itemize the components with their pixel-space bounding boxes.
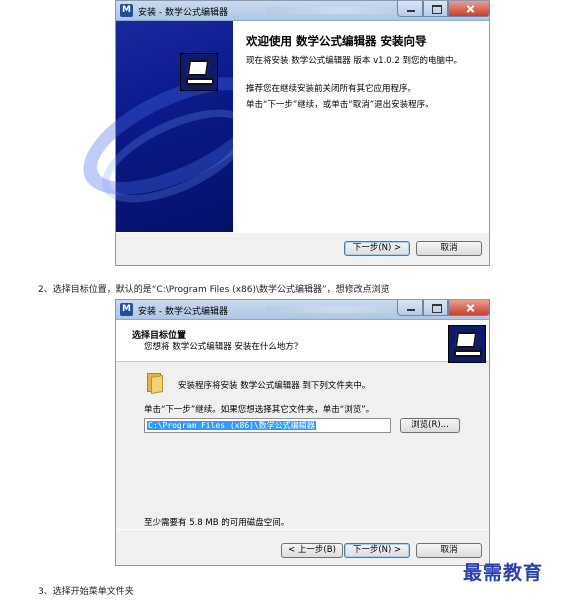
maximize-button[interactable]	[423, 1, 448, 17]
setup-destination-window: M 安装 - 数学公式编辑器 选择目标位置 您想将 数学公式编辑器 安装在什么地…	[115, 299, 490, 566]
destination-info-text: 安装程序将安装 数学公式编辑器 到下列文件夹中。	[178, 381, 371, 391]
close-apps-text: 推荐您在继续安装前关闭所有其它应用程序。	[246, 84, 417, 94]
wizard-side-banner	[66, 21, 286, 232]
minimize-button[interactable]	[397, 300, 423, 316]
close-button[interactable]	[448, 1, 490, 17]
separator	[116, 529, 489, 530]
folder-front	[151, 374, 163, 395]
computer-setup-icon	[448, 325, 486, 363]
disk-space-text: 至少需要有 5.8 MB 的可用磁盘空间。	[144, 518, 290, 528]
title-bar[interactable]: M 安装 - 数学公式编辑器	[116, 300, 490, 320]
install-path-input[interactable]: C:\Program Files (x86)\数学公式编辑器	[144, 418, 391, 433]
setup-app-icon: M	[120, 4, 133, 17]
cancel-button[interactable]: 取消	[416, 543, 482, 558]
install-path-value: C:\Program Files (x86)\数学公式编辑器	[147, 421, 316, 430]
wizard-header: 选择目标位置 您想将 数学公式编辑器 安装在什么地方？	[116, 320, 489, 363]
setup-welcome-window: M 安装 - 数学公式编辑器 欢迎使用 数学公式编辑器 安装向导 现在将安装 数…	[66, 0, 490, 266]
page-subtitle: 您想将 数学公式编辑器 安装在什么地方？	[144, 342, 303, 352]
computer-screen	[454, 332, 478, 348]
blurred-title-text	[266, 306, 416, 313]
computer-base	[186, 78, 214, 85]
step-2-caption: 2、选择目标位置，默认的是“C:\Program Files (x86)\数学公…	[38, 285, 390, 295]
next-button[interactable]: 下一步(N) >	[344, 543, 410, 558]
computer-screen	[186, 60, 210, 76]
setup-app-icon: M	[120, 303, 133, 316]
welcome-panel	[233, 21, 489, 232]
folder-icon	[147, 373, 165, 395]
next-button[interactable]: 下一步(N) >	[344, 241, 410, 256]
close-button[interactable]	[448, 300, 490, 316]
title-bar[interactable]: M 安装 - 数学公式编辑器	[116, 1, 490, 21]
cancel-button[interactable]: 取消	[416, 241, 482, 256]
install-version-text: 现在将安装 数学公式编辑器 版本 v1.0.2 到您的电脑中。	[246, 56, 462, 66]
step-3-caption: 3、选择开始菜单文件夹	[38, 587, 134, 597]
back-button[interactable]: < 上一步(B)	[281, 543, 343, 558]
welcome-title: 欢迎使用 数学公式编辑器 安装向导	[246, 34, 427, 48]
separator	[116, 232, 489, 233]
browse-instruction-text: 单击“下一步”继续。如果您想选择其它文件夹，单击“浏览”。	[144, 405, 375, 415]
minimize-button[interactable]	[397, 1, 423, 17]
window-title: 安装 - 数学公式编辑器	[138, 8, 228, 18]
blurred-title-text	[266, 7, 416, 14]
computer-base	[454, 350, 482, 357]
window-title: 安装 - 数学公式编辑器	[138, 307, 228, 317]
maximize-button[interactable]	[423, 300, 448, 316]
continue-instruction-text: 单击“下一步”继续，或单击“取消”退出安装程序。	[246, 100, 434, 110]
computer-setup-icon	[180, 53, 218, 91]
browse-button[interactable]: 浏览(R)...	[400, 418, 460, 433]
watermark-logo: 最需教育	[463, 562, 544, 584]
